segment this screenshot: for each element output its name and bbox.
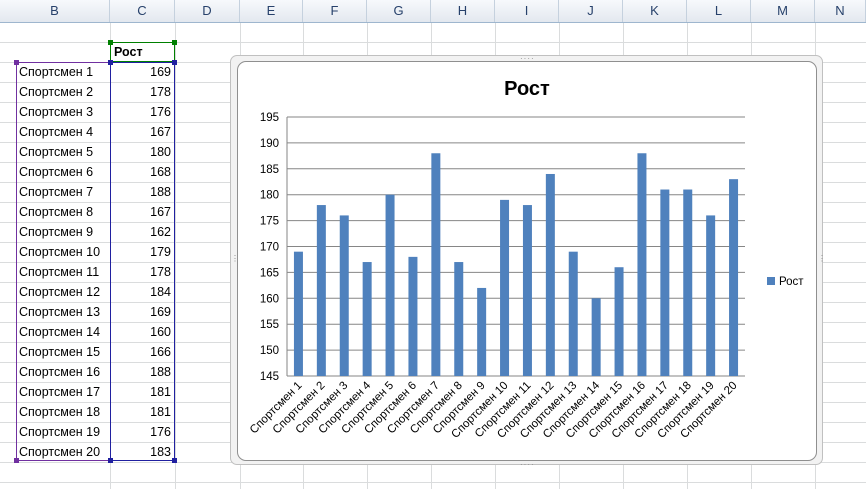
bar[interactable]: [591, 298, 601, 376]
y-tick-label: 160: [260, 293, 279, 305]
y-tick-label: 195: [260, 112, 279, 124]
chart-gridlines: [286, 116, 745, 377]
y-tick-label: 190: [260, 138, 279, 150]
bar[interactable]: [683, 189, 693, 376]
y-tick-label: 155: [260, 319, 279, 331]
y-tick-label: 175: [260, 216, 279, 228]
bar[interactable]: [522, 205, 532, 376]
bar[interactable]: [545, 173, 555, 376]
y-tick-label: 145: [260, 371, 279, 383]
y-tick-label: 180: [260, 190, 279, 202]
legend-swatch: [767, 277, 775, 285]
y-axis-tick-labels: 145 150 155 160 165 170 175 180 185 190 195: [260, 112, 279, 383]
bar[interactable]: [431, 153, 441, 376]
x-axis-tick-labels: Спортсмен 1Спортсмен 2Спортсмен 3Спортсм…: [248, 379, 740, 441]
bar[interactable]: [408, 256, 418, 376]
legend-label: Рост: [779, 276, 804, 288]
bar[interactable]: [316, 205, 326, 376]
chart-title[interactable]: Рост: [504, 78, 550, 100]
bar[interactable]: [568, 251, 578, 376]
bar[interactable]: [293, 251, 303, 376]
y-tick-label: 185: [260, 164, 279, 176]
bar[interactable]: [385, 194, 395, 376]
bar[interactable]: [339, 215, 349, 376]
bar[interactable]: [454, 262, 464, 376]
y-tick-label: 170: [260, 242, 279, 254]
bar[interactable]: [706, 215, 716, 376]
bar[interactable]: [637, 153, 647, 376]
bar[interactable]: [614, 267, 624, 376]
y-tick-label: 150: [260, 345, 279, 357]
chart-bars: [293, 153, 739, 376]
bar[interactable]: [477, 287, 487, 376]
y-tick-label: 165: [260, 267, 279, 279]
bar[interactable]: [500, 199, 510, 376]
bar[interactable]: [660, 189, 670, 376]
chart-legend[interactable]: Рост: [767, 276, 804, 288]
bar[interactable]: [362, 262, 372, 376]
height-bar-chart[interactable]: Рост 145 150 155 160 165 170 175 180 185 190 195 С…: [0, 0, 866, 489]
bar[interactable]: [729, 179, 739, 376]
